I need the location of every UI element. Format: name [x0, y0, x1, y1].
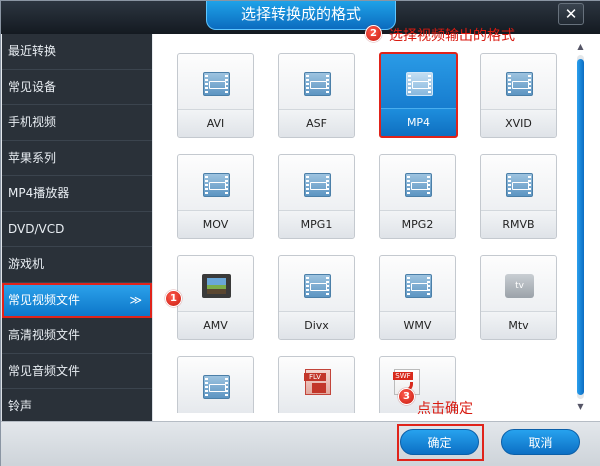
- sidebar-item-mp4-player[interactable]: MP4播放器: [2, 176, 152, 212]
- close-icon[interactable]: ✕: [558, 3, 584, 25]
- sidebar-item-label: DVD/VCD: [8, 221, 65, 236]
- film-icon: [405, 173, 432, 197]
- sidebar-item-label: MP4播放器: [8, 186, 70, 200]
- sidebar-item-apple[interactable]: 苹果系列: [2, 141, 152, 176]
- format-tile-mp4[interactable]: MP4: [379, 52, 458, 138]
- step-3-badge: 3: [398, 388, 415, 405]
- format-label: AMV: [203, 319, 228, 332]
- ok-button[interactable]: 确定: [400, 429, 479, 455]
- apple-tv-icon: tv: [505, 274, 534, 298]
- format-tile-asf[interactable]: ASF: [278, 53, 355, 138]
- format-label: WMV: [403, 319, 432, 332]
- format-label: XVID: [505, 117, 532, 130]
- format-label: Divx: [304, 319, 329, 332]
- film-icon: [406, 72, 433, 96]
- format-tile-mpg2[interactable]: MPG2: [379, 154, 456, 239]
- format-tile-wmv[interactable]: WMV: [379, 255, 456, 340]
- sidebar-item-label: 常见音频文件: [8, 363, 81, 378]
- sidebar-item-label: 手机视频: [8, 115, 57, 129]
- sidebar-item-hd-video[interactable]: 高清视频文件: [2, 318, 152, 354]
- sidebar-item-devices[interactable]: 常见设备: [2, 70, 152, 105]
- sidebar-item-recent[interactable]: 最近转换: [2, 34, 152, 70]
- sidebar-item-label: 最近转换: [8, 44, 57, 58]
- sidebar-item-label: 高清视频文件: [8, 328, 81, 342]
- format-label: ASF: [306, 117, 327, 130]
- format-tile-divx[interactable]: Divx: [278, 255, 355, 340]
- format-tile-mpg1[interactable]: MPG1: [278, 154, 355, 239]
- step-2-caption: 选择视频输出的格式: [389, 28, 515, 44]
- film-icon: [203, 72, 230, 96]
- sidebar-item-label: 铃声: [8, 399, 33, 413]
- sidebar-item-ringtone[interactable]: 铃声: [2, 389, 152, 425]
- step-2-badge: 2: [365, 25, 382, 42]
- step-3-caption: 点击确定: [417, 401, 473, 417]
- format-dialog: 选择转换成的格式 ✕ 最近转换 常见设备 手机视频 苹果系列 MP4播放器 DV…: [0, 0, 600, 466]
- film-icon: [304, 274, 331, 298]
- sidebar-item-label: 常见视频文件: [8, 292, 81, 307]
- category-sidebar: 最近转换 常见设备 手机视频 苹果系列 MP4播放器 DVD/VCD 游戏机 常…: [2, 34, 152, 421]
- format-tile-xvid[interactable]: XVID: [480, 53, 557, 138]
- sidebar-item-common-video[interactable]: 常见视频文件 ≫: [2, 282, 152, 318]
- sidebar-item-audio[interactable]: 常见音频文件: [2, 354, 152, 389]
- sidebar-item-label: 常见设备: [8, 79, 57, 94]
- format-tile-mtv[interactable]: tv Mtv: [480, 255, 557, 340]
- film-icon: [405, 274, 432, 298]
- format-tile-amv[interactable]: AMV: [177, 255, 254, 340]
- film-icon: [304, 72, 331, 96]
- format-label: MPG1: [300, 218, 333, 231]
- format-tile-avi[interactable]: AVI: [177, 53, 254, 138]
- format-tile-flv[interactable]: FLV: [278, 356, 355, 413]
- scroll-thumb[interactable]: [577, 59, 584, 395]
- film-icon: [304, 173, 331, 197]
- film-icon: [203, 375, 230, 399]
- step-1-badge: 1: [165, 290, 182, 307]
- film-scene-icon: [202, 274, 231, 298]
- sidebar-item-dvd-vcd[interactable]: DVD/VCD: [2, 212, 152, 247]
- sidebar-item-label: 苹果系列: [8, 150, 57, 165]
- double-chevron-right-icon: ≫: [129, 292, 142, 307]
- film-icon: [506, 173, 533, 197]
- format-tile-mov[interactable]: MOV: [177, 154, 254, 239]
- sidebar-item-label: 游戏机: [8, 257, 45, 271]
- sidebar-item-game-console[interactable]: 游戏机: [2, 247, 152, 283]
- format-label: AVI: [206, 117, 225, 130]
- format-tile-rmvb[interactable]: RMVB: [480, 154, 557, 239]
- scroll-down-icon[interactable]: ▼: [574, 401, 587, 413]
- sidebar-item-mobile[interactable]: 手机视频: [2, 105, 152, 141]
- format-tile-3gp[interactable]: [177, 356, 254, 413]
- cancel-button[interactable]: 取消: [501, 429, 580, 455]
- film-icon: [506, 72, 533, 96]
- format-label: RMVB: [502, 218, 535, 231]
- format-label: MPG2: [401, 218, 434, 231]
- scroll-up-icon[interactable]: ▲: [574, 41, 587, 53]
- format-label: Mtv: [508, 319, 529, 332]
- format-label: MP4: [406, 116, 431, 129]
- film-icon: [203, 173, 230, 197]
- format-label: MOV: [202, 218, 229, 231]
- flv-file-icon: FLV: [304, 369, 331, 395]
